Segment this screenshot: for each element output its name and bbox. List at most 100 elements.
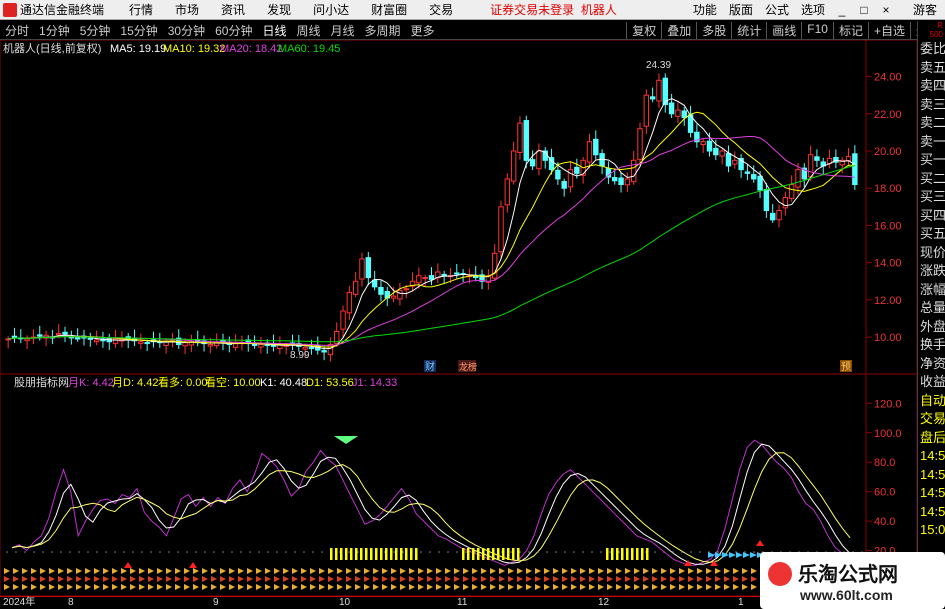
toolbar-f10-button[interactable]: F10 (801, 21, 833, 39)
side-item-22[interactable]: 14:56 (918, 447, 945, 466)
side-item-7[interactable]: 买二 (918, 170, 945, 189)
period-bar: 分时 1分钟 5分钟 15分钟 30分钟 60分钟 日线 周线 月线 多周期 更… (0, 21, 945, 40)
signal-arrow-top (355, 568, 361, 574)
side-item-0[interactable]: 委比 (918, 40, 945, 59)
side-item-16[interactable]: 换手 (918, 336, 945, 355)
menu-item-ask[interactable]: 问小达 (313, 1, 349, 18)
signal-arrow-low (634, 584, 640, 590)
side-item-2[interactable]: 卖四 (918, 77, 945, 96)
side-item-25[interactable]: 14:56 (918, 503, 945, 522)
signal-arrow-low (157, 584, 163, 590)
side-item-1[interactable]: 卖五 (918, 59, 945, 78)
period-tab-1min[interactable]: 1分钟 (39, 22, 70, 39)
candle-body (346, 291, 353, 314)
dragon-list-marker[interactable]: 龙榜 (459, 361, 477, 372)
signal-bar (330, 548, 333, 560)
signal-arrow-low (364, 584, 370, 590)
ma10-line (8, 111, 855, 348)
toolbar-overlay-button[interactable]: 叠加 (661, 21, 696, 39)
candles-group (5, 73, 858, 362)
period-tab-week[interactable]: 周线 (296, 22, 320, 39)
period-tab-time[interactable]: 分时 (5, 22, 29, 39)
menu-item-formula[interactable]: 公式 (765, 1, 789, 18)
side-item-17[interactable]: 净资 (918, 355, 945, 374)
menu-item-function[interactable]: 功能 (693, 1, 717, 18)
side-item-9[interactable]: 买四 (918, 207, 945, 226)
close-button[interactable]: × (877, 3, 895, 17)
side-item-23[interactable]: 14:56 (918, 466, 945, 485)
toolbar-adjust-button[interactable]: 复权 (626, 21, 661, 39)
maximize-button[interactable]: □ (855, 3, 873, 17)
signal-dot (168, 551, 170, 553)
signal-arrow-mid (103, 576, 109, 582)
side-item-6[interactable]: 买一 (918, 151, 945, 170)
guest-label[interactable]: 游客 (913, 1, 937, 18)
period-tab-60min[interactable]: 60分钟 (215, 22, 252, 39)
signal-arrow-mid (22, 576, 28, 582)
side-item-20[interactable]: 交易 (918, 410, 945, 429)
side-item-13[interactable]: 涨幅 (918, 281, 945, 300)
signal-arrow-top (292, 568, 298, 574)
period-tab-multi[interactable]: 多周期 (365, 22, 401, 39)
menu-item-news[interactable]: 资讯 (221, 1, 245, 18)
signal-arrow-low (301, 584, 307, 590)
menu-item-options[interactable]: 选项 (801, 1, 825, 18)
menu-item-layout[interactable]: 版面 (729, 1, 753, 18)
toolbar-multi-button[interactable]: 多股 (696, 21, 731, 39)
menu-item-trade[interactable]: 交易 (429, 1, 453, 18)
sub-axis-label: 80.0 (874, 457, 895, 469)
side-item-3[interactable]: 卖三 (918, 96, 945, 115)
side-item-12[interactable]: 涨跌 (918, 262, 945, 281)
menu-item-wealth[interactable]: 财富圈 (371, 1, 407, 18)
kline-chart[interactable]: 24.00 22.00 20.00 18.00 16.00 14.00 12.00 10.00… (0, 40, 917, 596)
side-item-26[interactable]: 15:00 (918, 521, 945, 540)
side-item-4[interactable]: 卖二 (918, 114, 945, 133)
signal-arrow-top (130, 568, 136, 574)
period-tab-30min[interactable]: 30分钟 (168, 22, 205, 39)
period-tab-5min[interactable]: 5分钟 (80, 22, 111, 39)
side-item-5[interactable]: 卖一 (918, 133, 945, 152)
finance-marker[interactable]: 财 (425, 360, 435, 373)
signal-arrow-mid (247, 576, 253, 582)
sub-legend-yd: 月D: 4.42 (112, 377, 158, 389)
side-item-8[interactable]: 买三 (918, 188, 945, 207)
side-item-14[interactable]: 总量 (918, 299, 945, 318)
period-tab-more[interactable]: 更多 (411, 22, 435, 39)
side-item-15[interactable]: 外盘 (918, 318, 945, 337)
signal-arrow-mid (166, 576, 172, 582)
toolbar-stats-button[interactable]: 统计 (731, 21, 766, 39)
main-legend-name: 机器人(日线,前复权) (3, 41, 101, 55)
signal-bar (405, 548, 408, 560)
toolbar-watchlist-button[interactable]: +自选 (867, 21, 910, 39)
side-item-18[interactable]: 收益 (918, 373, 945, 392)
signal-arrow-top (22, 568, 28, 574)
forecast-marker[interactable]: 预 (841, 361, 851, 373)
candle-body (207, 344, 214, 347)
candle-body (403, 288, 409, 291)
signal-arrow-low (337, 584, 343, 590)
menu-item-discover[interactable]: 发现 (267, 1, 291, 18)
period-tab-15min[interactable]: 15分钟 (120, 22, 157, 39)
menu-item-market[interactable]: 行情 (129, 1, 153, 18)
signal-dot (573, 551, 575, 553)
signal-bar (390, 548, 393, 560)
period-tab-month[interactable]: 月线 (331, 22, 355, 39)
menu-item-markets[interactable]: 市场 (175, 1, 199, 18)
toolbar-draw-button[interactable]: 画线 (766, 21, 801, 39)
timeline-year: 2024年 (3, 597, 36, 608)
signal-arrow-mid (148, 576, 154, 582)
candle-body (700, 141, 706, 146)
signal-arrow-low (625, 584, 631, 590)
side-item-11[interactable]: 现价 (918, 244, 945, 263)
side-item-21[interactable]: 盘后 (918, 429, 945, 448)
period-tab-day[interactable]: 日线 (262, 22, 286, 39)
candle-body (504, 178, 511, 206)
minimize-button[interactable]: _ (833, 3, 851, 17)
side-item-24[interactable]: 14:56 (918, 484, 945, 503)
side-item-19[interactable]: 自动 (918, 392, 945, 411)
main-axis-label: 16.00 (874, 220, 902, 232)
signal-arrow-mid (571, 576, 577, 582)
toolbar-mark-button[interactable]: 标记 (832, 21, 868, 39)
signal-arrow-top (220, 568, 226, 574)
side-item-10[interactable]: 买五 (918, 225, 945, 244)
